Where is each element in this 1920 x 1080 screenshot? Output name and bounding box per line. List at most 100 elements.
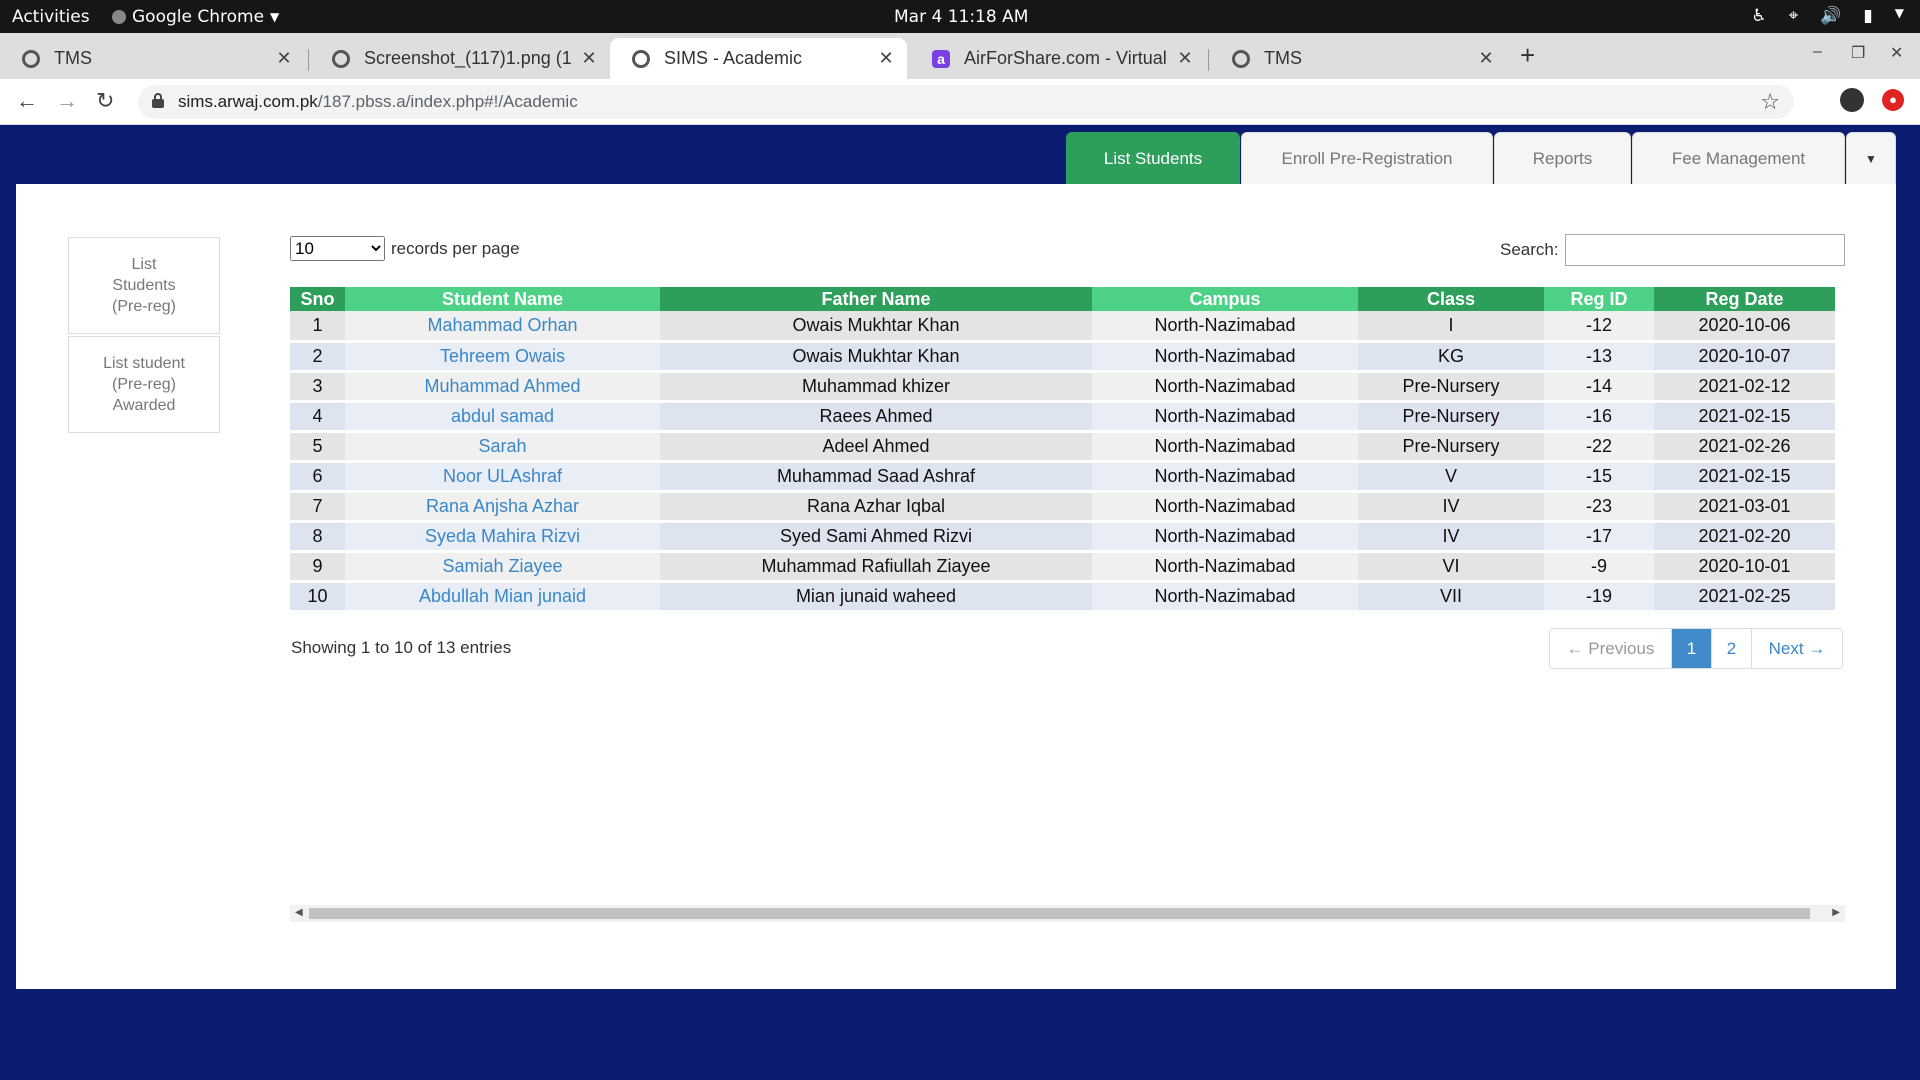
table-cell: North-Nazimabad [1092, 491, 1358, 523]
chrome-icon [112, 10, 126, 24]
search-control: Search: [1500, 234, 1845, 266]
tab-enroll-pre-registration[interactable]: Enroll Pre-Registration [1241, 132, 1493, 184]
student-name-link[interactable]: abdul samad [345, 401, 660, 433]
table-cell: -13 [1544, 341, 1654, 373]
close-icon[interactable]: ✕ [578, 48, 600, 69]
browser-tab[interactable]: TMS ✕ [0, 38, 305, 79]
tab-reports[interactable]: Reports [1494, 132, 1631, 184]
student-name-link[interactable]: Abdullah Mian junaid [345, 581, 660, 613]
close-window-icon[interactable]: ✕ [1890, 43, 1903, 63]
close-icon[interactable]: ✕ [1475, 48, 1497, 69]
table-cell: Mian junaid waheed [660, 581, 1092, 613]
table-row: 7 Rana Anjsha Azhar Rana Azhar Iqbal North-… [290, 491, 1835, 523]
table-row: 10 Abdullah Mian junaid Mian junaid waheed… [290, 581, 1835, 613]
column-header[interactable]: Reg Date [1654, 287, 1835, 311]
pagination-previous[interactable]: ← Previous [1550, 629, 1672, 668]
airforshare-icon: a [932, 49, 950, 68]
globe-icon [22, 49, 40, 68]
restore-icon[interactable]: ❐ [1851, 43, 1865, 63]
profile-avatar-icon[interactable] [1840, 88, 1864, 112]
pagination-page-1[interactable]: 1 [1672, 629, 1712, 668]
table-cell: North-Nazimabad [1092, 521, 1358, 553]
back-icon[interactable]: ← [16, 88, 38, 114]
browser-tab-title: SIMS - Academic [664, 48, 803, 68]
browser-tab-title: TMS [54, 48, 92, 68]
globe-icon [1232, 49, 1250, 68]
new-tab-button[interactable]: + [1520, 40, 1535, 71]
table-cell: -16 [1544, 401, 1654, 433]
table-cell: Raees Ahmed [660, 401, 1092, 433]
scroll-right-icon[interactable]: ▶ [1832, 907, 1840, 918]
table-cell: North-Nazimabad [1092, 461, 1358, 493]
sidebar-item-list-student-awarded[interactable]: List student (Pre-reg) Awarded [68, 336, 220, 433]
browser-tab-title: TMS [1264, 48, 1302, 68]
minimize-icon[interactable]: – [1813, 43, 1822, 61]
globe-icon [632, 49, 650, 68]
browser-tab[interactable]: a AirForShare.com - Virtual ✕ [910, 38, 1206, 79]
column-header[interactable]: Class [1358, 287, 1544, 311]
forward-icon[interactable]: → [56, 88, 78, 114]
sidebar-item-label: List student [103, 355, 185, 372]
page-length-label: records per page [391, 238, 520, 258]
sidebar-item-list-students-pre-reg[interactable]: List Students (Pre-reg) [68, 237, 220, 334]
table-cell: -12 [1544, 311, 1654, 343]
column-header[interactable]: Sno [290, 287, 345, 311]
system-top-bar: Activities Google Chrome ▼ Mar 4 11:18 A… [0, 0, 1920, 33]
close-icon[interactable]: ✕ [875, 48, 897, 69]
student-name-link[interactable]: Noor ULAshraf [345, 461, 660, 493]
pagination-page-2[interactable]: 2 [1712, 629, 1752, 668]
table-cell: 2021-02-25 [1654, 581, 1835, 613]
bookmark-star-icon[interactable]: ☆ [1760, 89, 1780, 115]
student-name-link[interactable]: Samiah Ziayee [345, 551, 660, 583]
column-header[interactable]: Campus [1092, 287, 1358, 311]
table-row: 6 Noor ULAshraf Muhammad Saad Ashraf North-… [290, 461, 1835, 493]
table-cell: 2020-10-06 [1654, 311, 1835, 343]
table-cell: -17 [1544, 521, 1654, 553]
student-name-link[interactable]: Tehreem Owais [345, 341, 660, 373]
column-header[interactable]: Father Name [660, 287, 1092, 311]
extension-icon[interactable]: ● [1882, 89, 1904, 111]
table-cell: 2021-02-12 [1654, 371, 1835, 403]
column-header[interactable]: Reg ID [1544, 287, 1654, 311]
table-cell: 9 [290, 551, 345, 583]
table-cell: -15 [1544, 461, 1654, 493]
table-cell: VII [1358, 581, 1544, 613]
search-input[interactable] [1564, 234, 1845, 266]
table-cell: 2021-02-26 [1654, 431, 1835, 463]
system-tray[interactable]: ♿ ⌖ 🔊 ▮ ▼ [1751, 6, 1904, 26]
column-header[interactable]: Student Name [345, 287, 660, 311]
table-cell: 2021-02-15 [1654, 461, 1835, 493]
browser-tab[interactable]: TMS ✕ [1210, 38, 1507, 79]
student-name-link[interactable]: Muhammad Ahmed [345, 371, 660, 403]
nav-more-dropdown[interactable]: ▼ [1846, 132, 1896, 184]
scroll-left-icon[interactable]: ◀ [295, 907, 303, 918]
close-icon[interactable]: ✕ [273, 48, 295, 69]
caret-down-icon: ▼ [1865, 151, 1877, 166]
table-cell: -19 [1544, 581, 1654, 613]
table-cell: 6 [290, 461, 345, 493]
address-bar[interactable]: sims.arwaj.com.pk/187.pbss.a/index.php#!… [138, 85, 1794, 119]
scrollbar-thumb[interactable] [309, 908, 1810, 919]
student-name-link[interactable]: Sarah [345, 431, 660, 463]
student-name-link[interactable]: Mahammad Orhan [345, 311, 660, 343]
table-cell: 5 [290, 431, 345, 463]
activities-button[interactable]: Activities [12, 7, 90, 27]
reload-icon[interactable]: ↻ [96, 88, 114, 114]
browser-toolbar: ← → ↻ sims.arwaj.com.pk/187.pbss.a/index… [0, 79, 1920, 125]
table-cell: -22 [1544, 431, 1654, 463]
table-row: 5 Sarah Adeel Ahmed North-Nazimabad Pre-Nurs… [290, 431, 1835, 463]
page-length-select[interactable]: 10 [290, 236, 385, 261]
student-name-link[interactable]: Rana Anjsha Azhar [345, 491, 660, 523]
network-icon: ⌖ [1788, 6, 1799, 26]
pagination-next[interactable]: Next → [1752, 629, 1842, 668]
app-menu[interactable]: Google Chrome ▼ [112, 7, 279, 27]
tab-fee-management[interactable]: Fee Management [1632, 132, 1845, 184]
browser-tab-active[interactable]: SIMS - Academic ✕ [610, 38, 907, 79]
sidebar-item-label: Students [112, 277, 176, 294]
browser-tab[interactable]: Screenshot_(117)1.png (1 ✕ [310, 38, 610, 79]
horizontal-scrollbar[interactable]: ◀ ▶ [290, 905, 1845, 922]
tab-list-students[interactable]: List Students [1066, 132, 1240, 184]
clock[interactable]: Mar 4 11:18 AM [894, 7, 1028, 27]
student-name-link[interactable]: Syeda Mahira Rizvi [345, 521, 660, 553]
close-icon[interactable]: ✕ [1174, 48, 1196, 69]
